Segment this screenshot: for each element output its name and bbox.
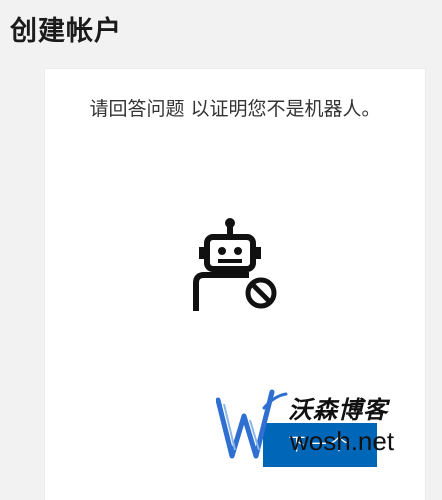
challenge-prompt: 请回答问题 以证明您不是机器人。 bbox=[89, 98, 381, 120]
robot-blocked-icon bbox=[193, 218, 277, 311]
challenge-card: 请回答问题 以证明您不是机器人。 下一个 bbox=[44, 68, 426, 500]
page: 创建帐户 请回答问题 以证明您不是机器人。 下一个 沃森博客 wosh.net bbox=[0, 0, 442, 500]
page-title: 创建帐户 bbox=[10, 16, 122, 47]
next-button[interactable]: 下一个 bbox=[263, 423, 377, 467]
